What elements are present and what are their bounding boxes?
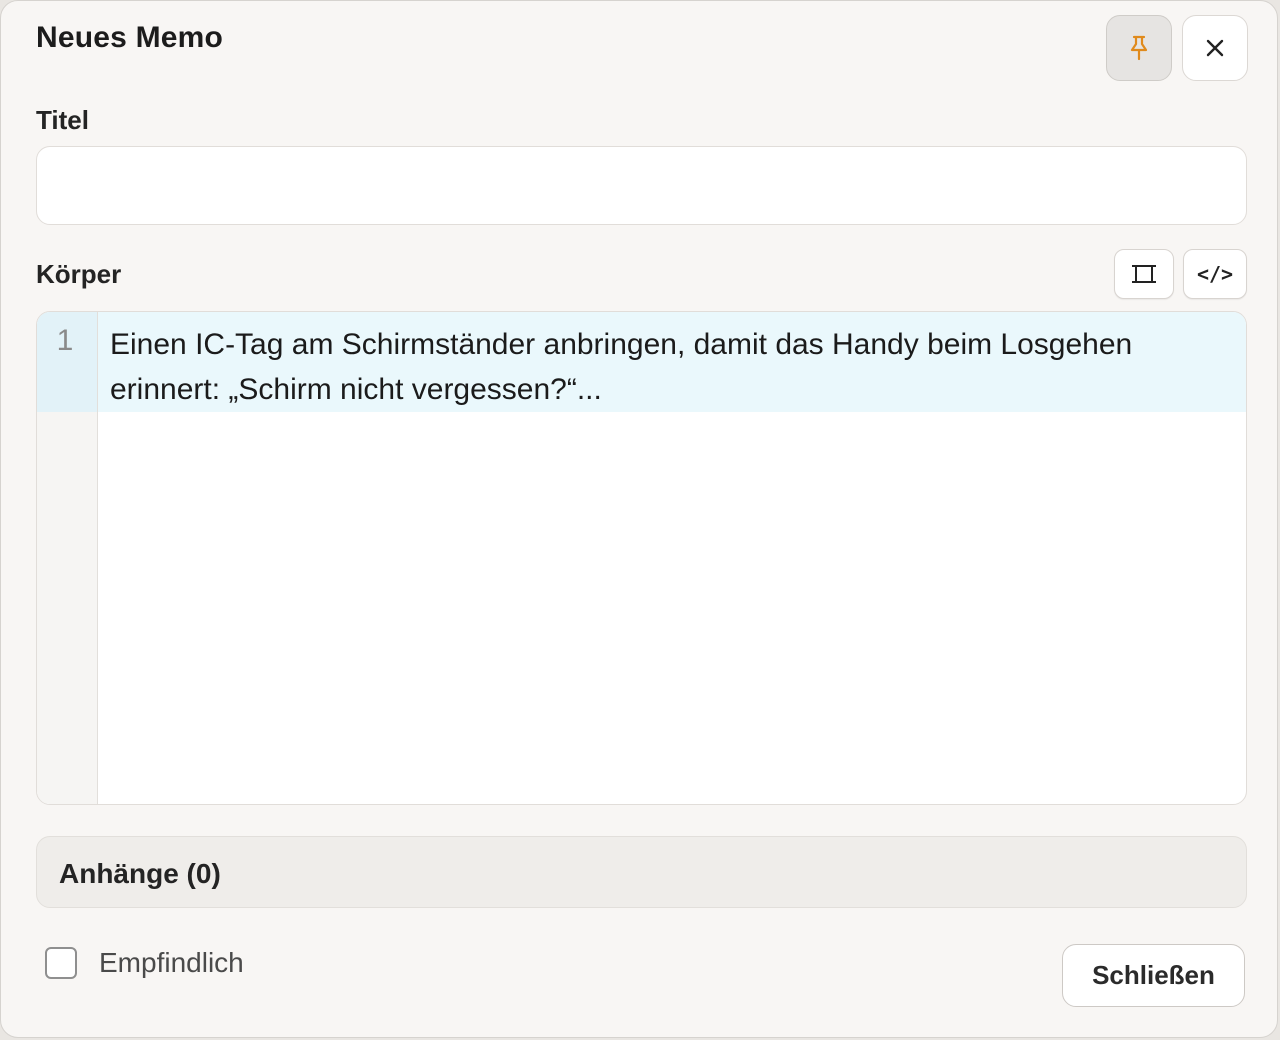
attachments-label: Anhänge (0): [59, 858, 221, 889]
expand-icon: [1132, 265, 1156, 283]
close-dialog-button[interactable]: Schließen: [1062, 944, 1245, 1007]
pin-button[interactable]: [1106, 15, 1172, 81]
body-label: Körper: [36, 259, 122, 289]
memo-dialog: Neues Memo Titel Körper </> 1 Einen IC-T…: [0, 0, 1278, 1038]
title-label: Titel: [36, 105, 89, 135]
code-view-button[interactable]: </>: [1183, 249, 1247, 299]
body-editor[interactable]: 1 Einen IC-Tag am Schirmständer anbringe…: [36, 311, 1247, 805]
dialog-title: Neues Memo: [36, 21, 224, 54]
close-button[interactable]: [1182, 15, 1248, 81]
editor-line-text[interactable]: Einen IC-Tag am Schirmständer anbringen,…: [110, 322, 1230, 412]
expand-button[interactable]: [1114, 249, 1174, 299]
sensitive-checkbox[interactable]: [45, 947, 77, 979]
attachments-section[interactable]: Anhänge (0): [36, 836, 1247, 908]
close-icon: [1206, 39, 1224, 57]
line-number: 1: [56, 324, 74, 357]
title-input[interactable]: [36, 146, 1247, 225]
sensitive-label[interactable]: Empfindlich: [99, 947, 244, 979]
pin-icon: [1130, 35, 1148, 61]
